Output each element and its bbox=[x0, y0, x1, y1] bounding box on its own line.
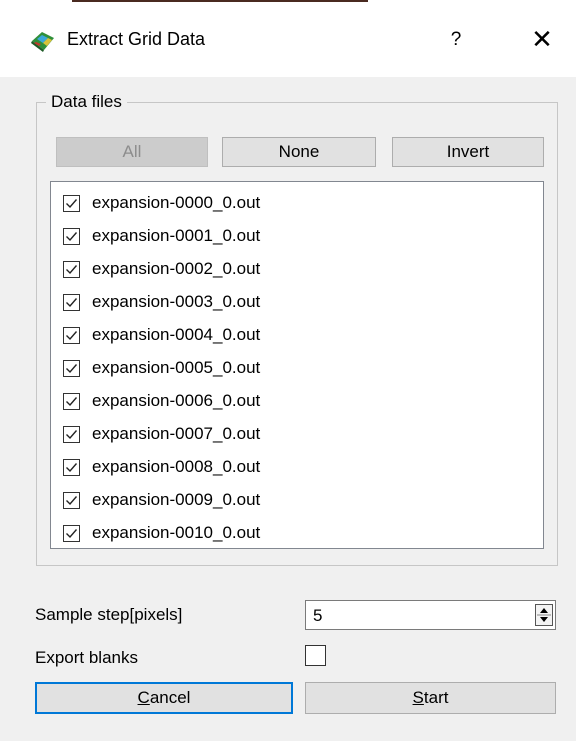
file-name: expansion-0004_0.out bbox=[92, 325, 261, 344]
file-name: expansion-0006_0.out bbox=[92, 391, 261, 410]
grid-surface-icon bbox=[30, 29, 56, 53]
invert-selection-button[interactable]: Invert bbox=[392, 137, 544, 167]
checkmark-icon bbox=[66, 462, 78, 472]
file-name: expansion-0007_0.out bbox=[92, 424, 261, 443]
file-checkbox[interactable] bbox=[63, 491, 80, 509]
file-name: expansion-0000_0.out bbox=[92, 193, 261, 212]
export-blanks-label: Export blanks bbox=[35, 648, 138, 667]
checkmark-icon bbox=[66, 297, 78, 307]
select-all-button[interactable]: All bbox=[56, 137, 208, 167]
list-item[interactable]: expansion-0009_0.out bbox=[63, 485, 260, 515]
checkmark-icon bbox=[66, 528, 78, 538]
data-files-list[interactable]: expansion-0000_0.out expansion-0001_0.ou… bbox=[50, 181, 544, 549]
file-checkbox[interactable] bbox=[63, 293, 80, 311]
sample-step-value: 5 bbox=[313, 606, 323, 625]
cancel-mnemonic: C bbox=[137, 688, 150, 707]
file-checkbox[interactable] bbox=[63, 359, 80, 377]
spin-up-down-icon[interactable] bbox=[535, 604, 553, 626]
list-item[interactable]: expansion-0007_0.out bbox=[63, 419, 260, 449]
file-name: expansion-0009_0.out bbox=[92, 490, 261, 509]
list-item[interactable]: expansion-0003_0.out bbox=[63, 287, 260, 317]
file-name: expansion-0003_0.out bbox=[92, 292, 261, 311]
checkmark-icon bbox=[66, 495, 78, 505]
list-item[interactable]: expansion-0010_0.out bbox=[63, 518, 260, 548]
list-item[interactable]: expansion-0005_0.out bbox=[63, 353, 260, 383]
file-name: expansion-0010_0.out bbox=[92, 523, 261, 542]
checkmark-icon bbox=[66, 429, 78, 439]
checkmark-icon bbox=[66, 264, 78, 274]
start-button[interactable]: Start bbox=[305, 682, 556, 714]
list-item[interactable]: expansion-0004_0.out bbox=[63, 320, 260, 350]
dialog-title: Extract Grid Data bbox=[67, 29, 206, 49]
list-item[interactable]: expansion-0008_0.out bbox=[63, 452, 260, 482]
background-window-edge bbox=[72, 0, 368, 2]
list-item[interactable]: expansion-0001_0.out bbox=[63, 221, 260, 251]
checkmark-icon bbox=[66, 396, 78, 406]
list-item[interactable]: expansion-0002_0.out bbox=[63, 254, 260, 284]
start-mnemonic: S bbox=[412, 688, 424, 707]
sample-step-label: Sample step[pixels] bbox=[35, 605, 183, 624]
file-checkbox[interactable] bbox=[63, 227, 80, 245]
list-item[interactable]: expansion-0006_0.out bbox=[63, 386, 260, 416]
file-checkbox[interactable] bbox=[63, 524, 80, 542]
checkmark-icon bbox=[66, 330, 78, 340]
file-name: expansion-0001_0.out bbox=[92, 226, 261, 245]
title-bar[interactable]: Extract Grid Data ? ✕ bbox=[0, 3, 576, 77]
file-checkbox[interactable] bbox=[63, 392, 80, 410]
file-checkbox[interactable] bbox=[63, 194, 80, 212]
cancel-button[interactable]: Cancel bbox=[35, 682, 293, 714]
close-button[interactable]: ✕ bbox=[527, 22, 557, 56]
file-checkbox[interactable] bbox=[63, 458, 80, 476]
start-label: tart bbox=[423, 688, 449, 707]
cancel-label: ancel bbox=[149, 688, 191, 707]
select-none-button[interactable]: None bbox=[222, 137, 376, 167]
file-checkbox[interactable] bbox=[63, 425, 80, 443]
checkmark-icon bbox=[66, 198, 78, 208]
sample-step-spinbox[interactable]: 5 bbox=[305, 600, 556, 630]
file-checkbox[interactable] bbox=[63, 260, 80, 278]
file-name: expansion-0002_0.out bbox=[92, 259, 261, 278]
help-button[interactable]: ? bbox=[444, 25, 468, 55]
file-checkbox[interactable] bbox=[63, 326, 80, 344]
checkmark-icon bbox=[66, 363, 78, 373]
file-name: expansion-0008_0.out bbox=[92, 457, 261, 476]
data-files-group-label: Data files bbox=[46, 92, 127, 112]
list-item[interactable]: expansion-0000_0.out bbox=[63, 188, 260, 218]
file-name: expansion-0005_0.out bbox=[92, 358, 261, 377]
export-blanks-checkbox[interactable] bbox=[305, 645, 326, 666]
checkmark-icon bbox=[66, 231, 78, 241]
